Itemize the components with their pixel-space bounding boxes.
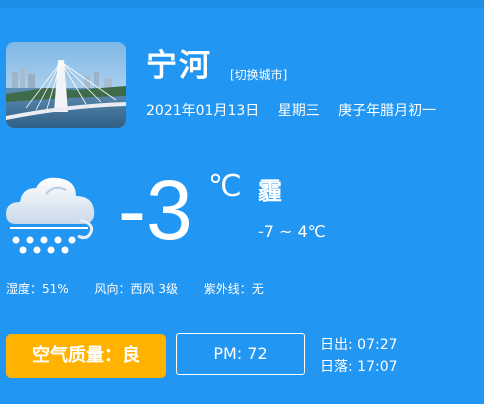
city-name: 宁河 bbox=[146, 48, 212, 84]
temperature-unit: ℃ bbox=[208, 169, 242, 204]
wind-text: 风向：西风 3级 bbox=[94, 282, 178, 296]
sunset-text: 日落: 17:07 bbox=[320, 359, 398, 375]
humidity-text: 湿度：51% bbox=[6, 282, 69, 296]
pm-value-box: PM: 72 bbox=[176, 333, 305, 375]
lunar-date-text: 庚子年腊月初一 bbox=[338, 103, 437, 119]
uv-text: 紫外线：无 bbox=[203, 282, 264, 296]
top-strip bbox=[0, 0, 484, 8]
weather-details: 湿度：51% 风向：西风 3级 紫外线：无 bbox=[6, 280, 286, 298]
city-bridge-photo bbox=[6, 42, 126, 128]
sun-times: 日出: 07:27 日落: 17:07 bbox=[320, 334, 398, 378]
city-photo bbox=[6, 42, 126, 128]
air-quality-button[interactable]: 空气质量：良 bbox=[6, 334, 166, 378]
date-line: 2021年01月13日 星期三 庚子年腊月初一 bbox=[146, 100, 450, 122]
date-text: 2021年01月13日 bbox=[146, 103, 260, 119]
snow-cloud-icon bbox=[2, 170, 98, 256]
switch-city-link[interactable]: [切换城市] bbox=[230, 66, 287, 84]
weekday-text: 星期三 bbox=[277, 103, 320, 119]
current-temperature: -3 bbox=[118, 163, 193, 257]
weather-condition: 霾 bbox=[258, 177, 282, 205]
temperature-range: -7 ~ 4℃ bbox=[258, 222, 326, 241]
sunrise-text: 日出: 07:27 bbox=[320, 337, 398, 353]
